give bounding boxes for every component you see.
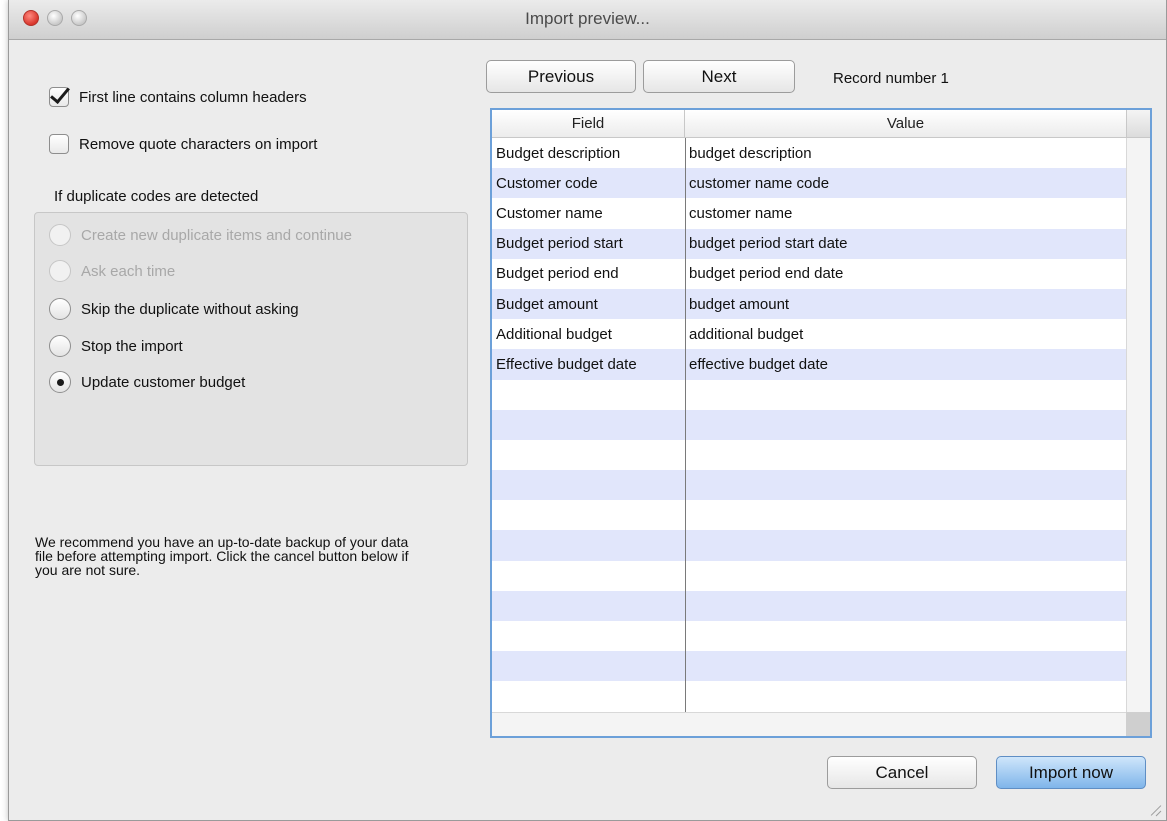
table-rows: Budget description budget description Cust… <box>492 138 1126 712</box>
table-row[interactable] <box>492 500 1126 531</box>
preview-table[interactable]: Field Value Budget description budget des… <box>490 108 1152 738</box>
radio-skip-duplicate[interactable]: Skip the duplicate without asking <box>49 296 299 322</box>
title-bar[interactable]: Import preview... <box>9 0 1166 40</box>
table-row[interactable] <box>492 560 1126 591</box>
window-title: Import preview... <box>525 9 650 28</box>
field-cell: Effective budget date <box>496 355 637 373</box>
value-cell: budget period end date <box>689 265 844 283</box>
remove-quotes-checkbox[interactable] <box>49 134 69 154</box>
table-row[interactable]: Budget amount budget amount <box>492 288 1126 320</box>
table-row[interactable]: Budget period start budget period start d… <box>492 228 1126 259</box>
backup-recommendation-note: We recommend you have an up-to-date back… <box>35 534 409 578</box>
field-cell: Budget description <box>496 144 621 162</box>
column-header-value[interactable]: Value <box>685 110 1126 137</box>
radio-skip-duplicate-button[interactable] <box>49 298 71 320</box>
previous-button[interactable]: Previous <box>486 60 636 93</box>
value-cell: customer name <box>689 204 793 222</box>
table-row[interactable]: Budget description budget description <box>492 138 1126 169</box>
radio-update-budget-button[interactable] <box>49 371 71 393</box>
table-row[interactable]: Customer name customer name <box>492 198 1126 229</box>
radio-ask-each-time-button <box>49 260 71 282</box>
value-cell: budget period start date <box>689 235 848 253</box>
vertical-scrollbar[interactable] <box>1126 138 1150 712</box>
radio-update-budget-label: Update customer budget <box>81 373 246 391</box>
radio-skip-duplicate-label: Skip the duplicate without asking <box>81 300 299 318</box>
value-cell: budget description <box>689 144 812 162</box>
value-cell: budget amount <box>689 295 790 313</box>
first-line-headers-checkbox[interactable] <box>49 87 69 107</box>
field-cell: Customer name <box>496 204 603 222</box>
value-cell: additional budget <box>689 325 804 343</box>
table-row[interactable]: Effective budget date effective budget da… <box>492 349 1126 380</box>
field-cell: Budget period end <box>496 265 619 283</box>
radio-create-duplicates-button <box>49 224 71 246</box>
radio-update-budget[interactable]: Update customer budget <box>49 369 245 395</box>
header-corner <box>1126 110 1150 138</box>
table-row[interactable] <box>492 590 1126 621</box>
radio-stop-import-button[interactable] <box>49 335 71 357</box>
table-row[interactable]: Customer code customer name code <box>492 168 1126 199</box>
field-cell: Budget amount <box>496 295 598 313</box>
record-number-label: Record number 1 <box>833 70 949 87</box>
radio-create-duplicates-label: Create new duplicate items and continue <box>81 226 352 244</box>
table-row[interactable]: Additional budget additional budget <box>492 319 1126 350</box>
import-preview-window: Import preview... First line contains co… <box>8 0 1167 821</box>
field-cell: Additional budget <box>496 325 612 343</box>
value-cell: customer name code <box>689 174 830 192</box>
field-cell: Customer code <box>496 174 598 192</box>
next-button[interactable]: Next <box>643 60 795 93</box>
radio-stop-import[interactable]: Stop the import <box>49 333 183 359</box>
table-row[interactable] <box>492 439 1126 471</box>
resize-grip-icon[interactable] <box>1150 804 1162 816</box>
radio-create-duplicates: Create new duplicate items and continue <box>49 222 352 248</box>
table-header: Field Value <box>492 110 1126 138</box>
table-row[interactable] <box>492 530 1126 561</box>
radio-ask-each-time-label: Ask each time <box>81 262 176 280</box>
radio-ask-each-time: Ask each time <box>49 258 175 284</box>
duplicates-group-title: If duplicate codes are detected <box>54 188 259 205</box>
import-now-button[interactable]: Import now <box>996 756 1146 789</box>
remove-quotes-option[interactable]: Remove quote characters on import <box>49 132 317 156</box>
field-cell: Budget period start <box>496 235 623 253</box>
column-divider <box>685 138 686 712</box>
value-cell: effective budget date <box>689 355 828 373</box>
remove-quotes-label: Remove quote characters on import <box>79 135 318 153</box>
column-header-field[interactable]: Field <box>492 110 685 137</box>
table-row[interactable] <box>492 681 1126 712</box>
radio-stop-import-label: Stop the import <box>81 337 183 355</box>
table-row[interactable] <box>492 621 1126 652</box>
table-row[interactable] <box>492 379 1126 410</box>
table-row[interactable] <box>492 651 1126 682</box>
first-line-headers-label: First line contains column headers <box>79 88 307 106</box>
first-line-headers-option[interactable]: First line contains column headers <box>49 85 307 109</box>
table-row[interactable]: Budget period end budget period end date <box>492 258 1126 289</box>
cancel-button[interactable]: Cancel <box>827 756 977 789</box>
horizontal-scrollbar[interactable] <box>492 712 1126 736</box>
scrollbar-corner <box>1126 712 1150 736</box>
table-row[interactable] <box>492 470 1126 501</box>
table-row[interactable] <box>492 409 1126 440</box>
